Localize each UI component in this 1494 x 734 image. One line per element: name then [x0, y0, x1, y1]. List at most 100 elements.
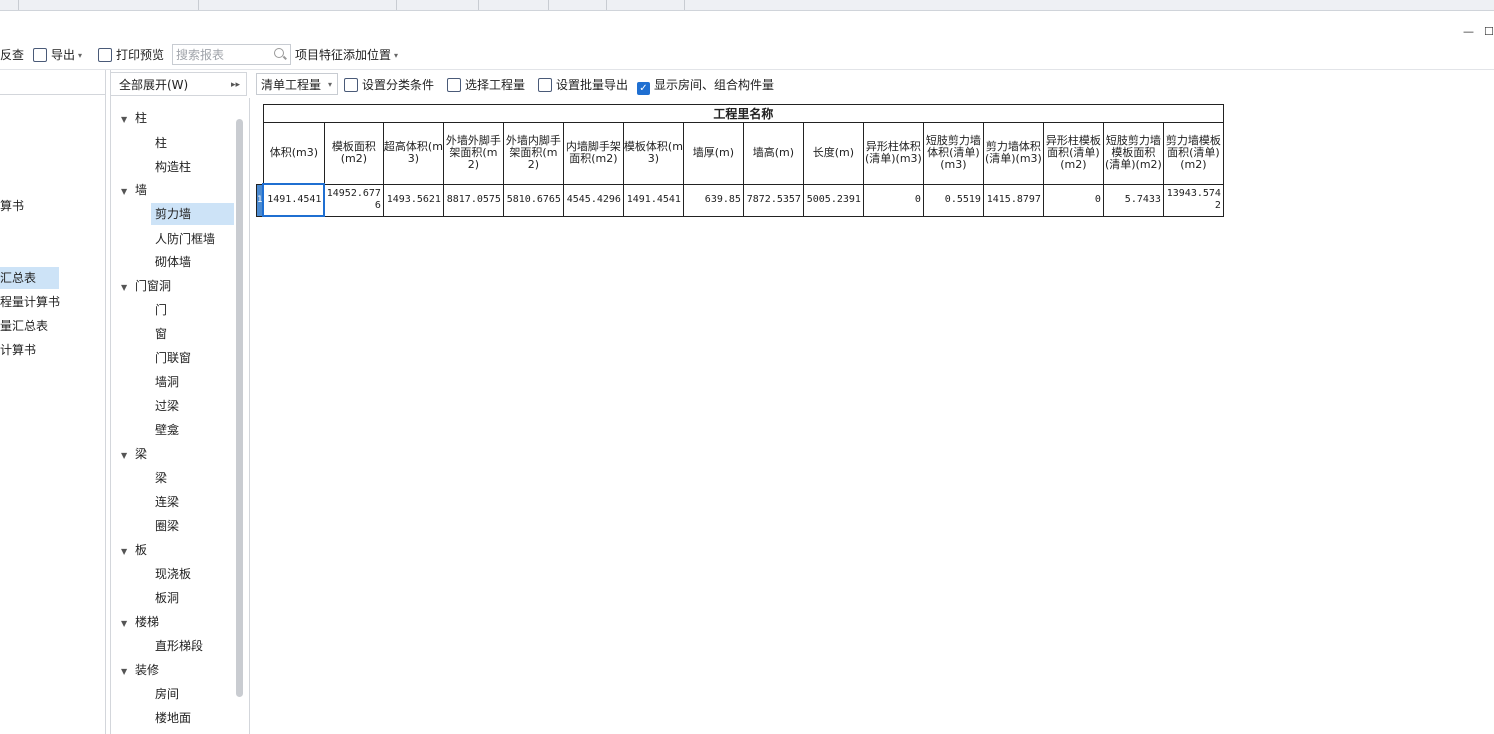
table-cell[interactable]: 5.7433	[1102, 183, 1164, 217]
row-number[interactable]: 1	[256, 183, 264, 217]
table-cell[interactable]: 0.5519	[922, 183, 984, 217]
chevron-down-icon: ▾	[78, 51, 83, 60]
column-header[interactable]: 墙厚(m)	[682, 122, 744, 185]
table-cell[interactable]: 1491.4541	[622, 183, 684, 217]
tree-group-wall[interactable]: ▼ 墙	[121, 179, 147, 201]
tree-item-masonry-wall[interactable]: 砌体墙	[155, 251, 191, 273]
tree-group-column[interactable]: ▼ 柱	[121, 107, 147, 129]
minimize-icon[interactable]: —	[1463, 25, 1474, 38]
tree-item-column[interactable]: 柱	[155, 132, 167, 154]
tree-item-niche[interactable]: 壁龛	[155, 419, 179, 441]
column-header[interactable]: 体积(m3)	[262, 122, 325, 185]
column-header[interactable]: 模板体积(m3)	[622, 122, 684, 185]
tree-item-wall-opening[interactable]: 墙洞	[155, 371, 179, 393]
tree-item-constructional-column[interactable]: 构造柱	[155, 156, 191, 178]
table-corner	[257, 123, 264, 185]
table-cell[interactable]: 0	[862, 183, 924, 217]
collapse-triangle-icon[interactable]: ▼	[121, 613, 135, 635]
collapse-triangle-icon[interactable]: ▼	[121, 277, 135, 299]
column-header[interactable]: 剪力墙模板面积(清单)(m2)	[1162, 122, 1224, 185]
tree-item-beam[interactable]: 梁	[155, 467, 167, 489]
maximize-icon[interactable]: ☐	[1484, 25, 1494, 38]
set-category-button[interactable]: 设置分类条件	[344, 71, 434, 99]
column-header[interactable]: 外墙外脚手架面积(m2)	[442, 122, 504, 185]
tree-item-room[interactable]: 房间	[155, 683, 179, 705]
table-cell[interactable]: 5810.6765	[502, 183, 564, 217]
select-quantity-label: 选择工程量	[465, 78, 526, 92]
table-cell-selected[interactable]: 1491.4541	[262, 183, 326, 217]
table-cell[interactable]: 1415.8797	[982, 183, 1044, 217]
report-list-item[interactable]: 程量计算书	[0, 291, 60, 313]
column-header[interactable]: 短肢剪力墙模板面积(清单)(m2)	[1102, 122, 1164, 185]
column-header[interactable]: 内墙脚手架面积(m2)	[562, 122, 624, 185]
column-header[interactable]: 墙高(m)	[742, 122, 804, 185]
item-feature-position-dropdown[interactable]: 项目特征添加位置 ▾	[295, 41, 398, 69]
expand-all-button[interactable]: 全部展开(W) ▸▸	[110, 72, 247, 96]
table-cell[interactable]: 5005.2391	[802, 183, 864, 217]
collapse-triangle-icon[interactable]: ▼	[121, 445, 135, 467]
chevron-down-icon: ▾	[327, 80, 332, 89]
column-header[interactable]: 异形柱体积(清单)(m3)	[862, 122, 924, 185]
report-list-item[interactable]: 算书	[0, 195, 24, 217]
print-preview-button[interactable]: 打印预览	[98, 41, 164, 69]
table-row: 1 1491.4541 14952.6776 1493.5621 8817.05…	[256, 183, 1224, 217]
export-button[interactable]: 导出 ▾	[33, 41, 82, 69]
tree-item-cast-slab[interactable]: 现浇板	[155, 563, 191, 585]
double-chevron-right-icon: ▸▸	[230, 80, 240, 90]
tree-group-label: 门窗洞	[135, 279, 172, 293]
search-icon[interactable]	[274, 48, 284, 58]
tree-item-shear-wall[interactable]: 剪力墙	[151, 203, 234, 225]
collapse-triangle-icon[interactable]: ▼	[121, 541, 135, 563]
batch-export-button[interactable]: 设置批量导出	[538, 71, 628, 99]
column-header[interactable]: 长度(m)	[802, 122, 864, 185]
table-cell[interactable]: 13943.5742	[1162, 183, 1224, 217]
column-header[interactable]: 模板面积(m2)	[323, 122, 384, 185]
list-type-dropdown[interactable]: 清单工程量 ▾	[256, 73, 338, 95]
tree-group-beam[interactable]: ▼ 梁	[121, 443, 147, 465]
tree-item-door[interactable]: 门	[155, 299, 167, 321]
tree-item-lintel[interactable]: 过梁	[155, 395, 179, 417]
tree-group-openings[interactable]: ▼ 门窗洞	[121, 275, 171, 297]
table-cell[interactable]: 4545.4296	[562, 183, 624, 217]
table-cell[interactable]: 0	[1042, 183, 1104, 217]
collapse-triangle-icon[interactable]: ▼	[121, 661, 135, 683]
tree-item-slab-opening[interactable]: 板洞	[155, 587, 179, 609]
tree-group-slab[interactable]: ▼ 板	[121, 539, 147, 561]
quantity-table: 工程里名称 体积(m3) 模板面积(m2) 超高体积(m3) 外墙外脚手架面积(…	[256, 104, 1224, 217]
table-cell[interactable]: 14952.6776	[323, 183, 384, 217]
search-input[interactable]	[173, 45, 272, 64]
tree-item-window[interactable]: 窗	[155, 323, 167, 345]
tree-item-ring-beam[interactable]: 圈梁	[155, 515, 179, 537]
back-check-button[interactable]: 反查	[0, 41, 24, 69]
table-cell[interactable]: 8817.0575	[442, 183, 504, 217]
table-cell[interactable]: 639.85	[682, 183, 744, 217]
tree-scrollbar[interactable]	[236, 119, 243, 697]
show-rooms-toggle[interactable]: ✓ 显示房间、组合构件量	[637, 71, 774, 99]
report-list-item[interactable]: 量汇总表	[0, 315, 48, 337]
table-corner	[257, 105, 264, 123]
column-header[interactable]: 外墙内脚手架面积(m2)	[502, 122, 564, 185]
column-header[interactable]: 异形柱模板面积(清单)(m2)	[1042, 122, 1104, 185]
report-list-item-selected[interactable]: 汇总表	[0, 267, 59, 289]
column-header[interactable]: 剪力墙体积(清单)(m3)	[982, 122, 1044, 185]
tree-group-stairs[interactable]: ▼ 楼梯	[121, 611, 159, 633]
checkbox-checked-icon[interactable]: ✓	[637, 82, 650, 95]
collapse-triangle-icon[interactable]: ▼	[121, 181, 135, 203]
report-search-box[interactable]	[172, 44, 291, 65]
select-quantity-button[interactable]: 选择工程量	[447, 71, 525, 99]
report-list-item[interactable]: 计算书	[0, 339, 36, 361]
tree-item-civil-defense-door-wall[interactable]: 人防门框墙	[155, 228, 215, 250]
tree-group-decoration[interactable]: ▼ 装修	[121, 659, 159, 681]
list-type-value: 清单工程量	[261, 78, 322, 92]
column-header[interactable]: 短肢剪力墙体积(清单)(m3)	[922, 122, 984, 185]
tree-item-straight-flight[interactable]: 直形梯段	[155, 635, 203, 657]
table-cell[interactable]: 1493.5621	[382, 183, 444, 217]
tree-item-door-window[interactable]: 门联窗	[155, 347, 191, 369]
tree-item-coupling-beam[interactable]: 连梁	[155, 491, 179, 513]
column-header[interactable]: 超高体积(m3)	[382, 122, 444, 185]
tab-divider	[548, 0, 549, 10]
tree-item-floor[interactable]: 楼地面	[155, 707, 191, 729]
collapse-triangle-icon[interactable]: ▼	[121, 109, 135, 131]
show-rooms-label: 显示房间、组合构件量	[654, 78, 775, 92]
table-cell[interactable]: 7872.5357	[742, 183, 804, 217]
